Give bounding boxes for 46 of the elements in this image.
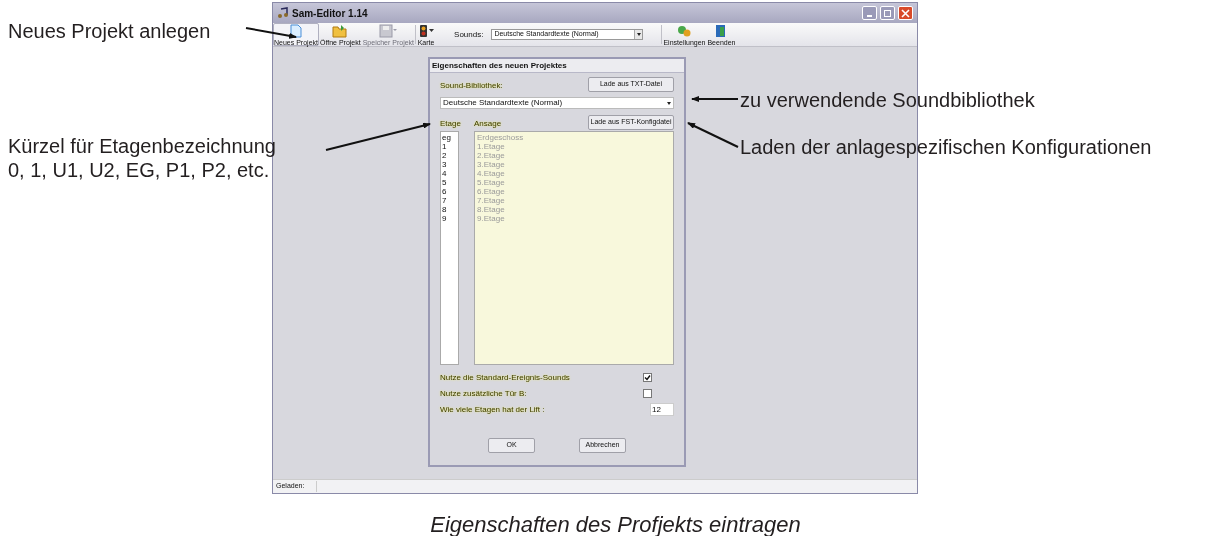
library-dropdown[interactable]: Deutsche Standardtexte (Normal)	[440, 97, 674, 109]
list-item[interactable]: 9	[442, 214, 458, 223]
close-icon	[901, 8, 910, 18]
annotation-text: Kürzel für Etagenbezeichnung	[8, 135, 276, 157]
music-note-icon	[277, 7, 289, 19]
figure-caption: Eigenschaften des Profjekts eintragen	[429, 511, 802, 536]
list-item[interactable]: eg	[442, 133, 458, 142]
list-item[interactable]: 5	[442, 178, 458, 187]
column-header: Ansage	[474, 118, 503, 130]
annotation-text: Neues Projekt anlegen	[8, 20, 211, 42]
door-icon	[715, 23, 728, 38]
option-label: Nutze die Standard-Ereignis-Sounds	[440, 371, 570, 384]
maximize-icon	[884, 9, 891, 17]
checkbox[interactable]	[643, 373, 652, 382]
list-item[interactable]: 8	[442, 205, 458, 214]
list-item[interactable]: 4	[442, 169, 458, 178]
list-item[interactable]: 2	[442, 151, 458, 160]
list-item[interactable]: 3	[442, 160, 458, 169]
folder-icon	[332, 23, 349, 38]
column-header: Etage	[440, 118, 462, 130]
dialog-title: Eigenschaften des neuen Projektes	[430, 59, 684, 73]
minimize-button[interactable]	[862, 6, 877, 20]
annotation-text: 0, 1, U1, U2, EG, P1, P2, etc.	[8, 159, 270, 181]
list-item[interactable]: 6	[442, 187, 458, 196]
arrow	[691, 96, 739, 102]
option-label: Nutze zusätzliche Tür B:	[440, 387, 527, 400]
library-label: Sound-Bibliothek:	[440, 80, 503, 92]
traffic-light-icon	[417, 23, 436, 38]
annotation-text: Laden der anlagespezifischen Konfigurationen	[740, 136, 1152, 158]
annotation-text: zu verwendende Soundbibliothek	[740, 89, 1035, 111]
option-label: Wie viele Etagen hat der Lift :	[440, 403, 545, 416]
maximize-button[interactable]	[880, 6, 895, 20]
list-item[interactable]: 1	[442, 142, 458, 151]
arrow	[687, 122, 739, 148]
gears-icon	[676, 23, 693, 38]
document-icon	[290, 23, 302, 38]
sounds-label: Sounds:	[454, 28, 484, 41]
arrow	[245, 27, 297, 39]
window-title: Sam-Editor 1.14	[292, 6, 369, 21]
dropdown-arrow-icon	[634, 30, 643, 39]
number-field[interactable]: 12	[650, 403, 674, 416]
floor-list[interactable]: eg 1 2 3 4 5 6 7 8 9	[440, 131, 459, 365]
checkbox[interactable]	[643, 389, 652, 398]
close-button[interactable]	[898, 6, 913, 20]
minimize-icon	[867, 14, 872, 17]
list-item[interactable]: 7	[442, 196, 458, 205]
